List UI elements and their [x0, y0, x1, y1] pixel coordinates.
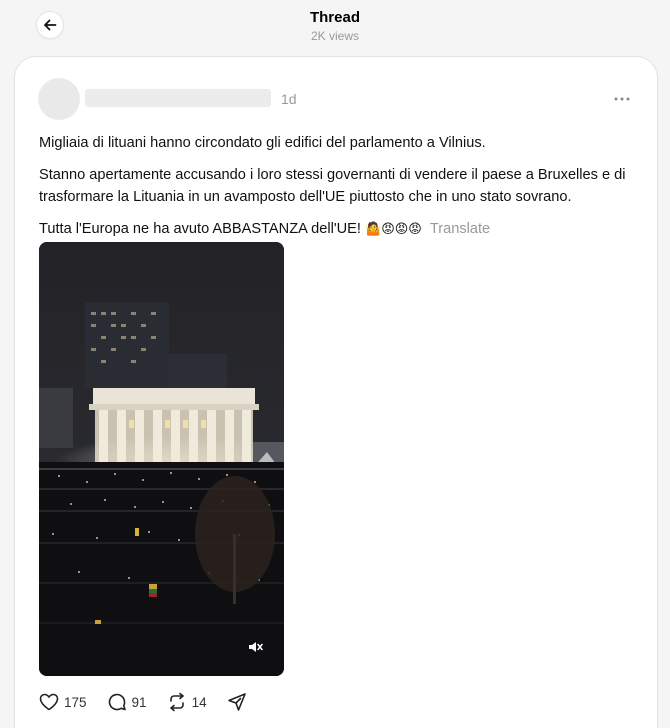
more-horizontal-icon [614, 97, 630, 101]
view-count: 2K views [310, 29, 360, 43]
header-title-group: Thread 2K views [0, 9, 670, 44]
emoji-sequence: 🤷😡😡😡 [365, 222, 422, 237]
reply-button[interactable]: 91 [107, 692, 147, 712]
repost-icon [169, 692, 184, 712]
like-button[interactable]: 175 [39, 693, 87, 711]
repost-button[interactable]: 14 [167, 692, 207, 712]
heart-icon [39, 693, 59, 711]
like-count: 175 [64, 694, 87, 710]
post-paragraph: Stanno apertamente accusando i loro stes… [39, 167, 626, 205]
post-last-line: Tutta l'Europa ne ha avuto ABBASTANZA de… [39, 218, 639, 241]
page-title: Thread [309, 9, 360, 26]
send-icon [227, 693, 246, 711]
post-actions: 175 91 14 [39, 690, 267, 714]
comment-icon [108, 693, 126, 711]
post-video[interactable] [39, 242, 284, 676]
reply-count: 91 [131, 694, 147, 710]
avatar[interactable] [38, 78, 80, 120]
repost-count: 14 [191, 694, 207, 710]
mute-toggle-button[interactable] [242, 634, 268, 660]
redacted-username[interactable] [85, 89, 271, 107]
thread-page: Thread 2K views 1d Migliaia di lituani h… [0, 0, 670, 728]
post-paragraph: Tutta l'Europa ne ha avuto ABBASTANZA de… [39, 221, 361, 237]
thread-header: Thread 2K views [0, 0, 670, 56]
share-button[interactable] [227, 692, 247, 712]
video-frame [39, 242, 284, 676]
post-time: 1d [281, 91, 297, 107]
post-card: 1d Migliaia di lituani hanno circondato … [14, 56, 658, 728]
speaker-muted-icon [249, 642, 263, 652]
more-options-button[interactable] [611, 89, 633, 109]
post-paragraph: Migliaia di lituani hanno circondato gli… [39, 135, 486, 151]
translate-link[interactable]: Translate [430, 221, 490, 237]
post-body: Migliaia di lituani hanno circondato gli… [39, 132, 639, 251]
